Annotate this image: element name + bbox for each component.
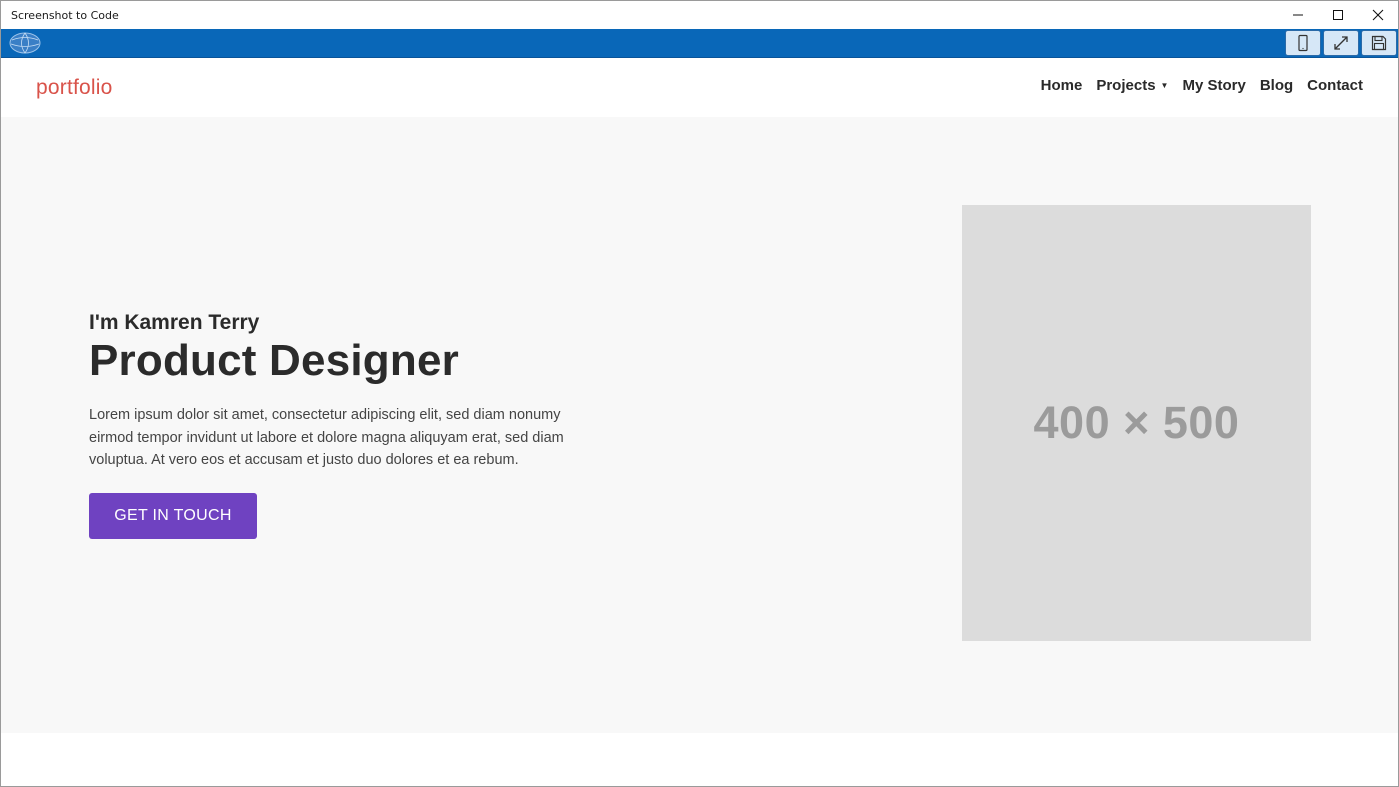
- placeholder-size-label: 400 × 500: [1033, 397, 1240, 448]
- main-nav: Home Projects ▼ My Story Blog Contact: [1027, 77, 1363, 94]
- hero-intro: I'm Kamren Terry: [89, 311, 260, 334]
- expand-button[interactable]: [1323, 30, 1359, 56]
- hero-image-placeholder: 400 × 500: [962, 205, 1311, 641]
- minimize-button[interactable]: [1278, 1, 1318, 29]
- caret-down-icon: ▼: [1160, 81, 1169, 90]
- minimize-icon: [1293, 14, 1303, 16]
- maximize-icon: [1333, 10, 1343, 20]
- get-in-touch-button[interactable]: GET IN TOUCH: [89, 493, 257, 539]
- save-disk-icon: [1371, 35, 1387, 51]
- mobile-device-icon: [1298, 34, 1308, 52]
- close-icon: [1372, 9, 1384, 21]
- brand-logo-link[interactable]: portfolio: [36, 76, 113, 100]
- nav-projects[interactable]: Projects ▼: [1096, 77, 1168, 94]
- app-toolbar: [1, 29, 1398, 58]
- site-header: portfolio Home Projects ▼ My Story Blog …: [1, 58, 1398, 117]
- maximize-button[interactable]: [1318, 1, 1358, 29]
- title-bar: Screenshot to Code: [1, 1, 1398, 29]
- nav-projects-label: Projects: [1096, 77, 1156, 94]
- expand-arrows-icon: [1334, 36, 1348, 50]
- hero-description: Lorem ipsum dolor sit amet, consectetur …: [89, 407, 564, 468]
- hero-section: I'm Kamren Terry Product Designer Lorem …: [1, 117, 1398, 733]
- nav-blog[interactable]: Blog: [1260, 77, 1293, 94]
- toolbar-buttons: [1285, 30, 1397, 56]
- nav-contact[interactable]: Contact: [1307, 77, 1363, 94]
- window-controls: [1278, 1, 1398, 29]
- window-title: Screenshot to Code: [11, 8, 119, 22]
- globe-logo-icon: [9, 32, 41, 54]
- mobile-view-button[interactable]: [1285, 30, 1321, 56]
- hero-headline: Product Designer: [89, 336, 459, 385]
- nav-my-story[interactable]: My Story: [1182, 77, 1245, 94]
- app-window: Screenshot to Code portfolio Home Projec…: [0, 0, 1399, 787]
- close-button[interactable]: [1358, 1, 1398, 29]
- save-button[interactable]: [1361, 30, 1397, 56]
- nav-home[interactable]: Home: [1041, 77, 1083, 94]
